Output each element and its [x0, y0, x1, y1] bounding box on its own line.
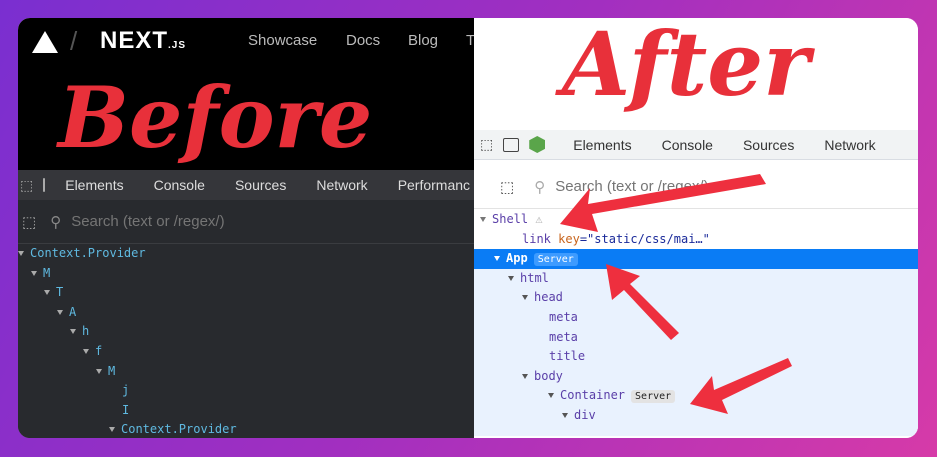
- vercel-logo-icon[interactable]: [32, 31, 58, 53]
- arrow-to-shell: [560, 174, 766, 232]
- tree-row[interactable]: T: [18, 283, 474, 303]
- expand-arrow-icon[interactable]: [18, 251, 24, 256]
- nav-showcase[interactable]: Showcase: [248, 32, 317, 49]
- tab-elements[interactable]: Elements: [65, 177, 123, 193]
- expand-arrow-icon[interactable]: [109, 427, 115, 433]
- tab-console[interactable]: Console: [154, 177, 205, 193]
- expand-arrow-icon[interactable]: [83, 348, 89, 354]
- search-input[interactable]: [71, 213, 372, 230]
- nav-docs[interactable]: Docs: [346, 32, 380, 49]
- expand-arrow-icon[interactable]: [44, 290, 50, 296]
- arrow-to-container: [690, 358, 792, 414]
- tab-network[interactable]: Network: [316, 177, 367, 193]
- tree-row[interactable]: M: [18, 362, 474, 382]
- tree-row[interactable]: j: [18, 381, 474, 401]
- nextjs-logo[interactable]: NEXT.JS: [100, 27, 186, 55]
- annotation-arrows: [560, 174, 792, 414]
- tree-row[interactable]: Context.Provider: [18, 420, 474, 438]
- tree-row[interactable]: M: [18, 264, 474, 284]
- component-tree: Context.Provider M T Ah f Mj I Context.Provider: [18, 244, 474, 438]
- nextjs-navbar: / NEXT.JS Showcase Docs Blog T: [18, 18, 475, 66]
- comparison-card: / NEXT.JS Showcase Docs Blog T Before ⬚ …: [18, 18, 918, 438]
- expand-arrow-icon[interactable]: [57, 309, 63, 315]
- tab-sources[interactable]: Sources: [235, 177, 286, 193]
- tab-performance[interactable]: Performanc: [398, 177, 470, 193]
- divider: /: [70, 26, 78, 56]
- devtools-tabbar: ⬚ Elements Console Sources Network Perfo…: [18, 170, 474, 200]
- select-element-icon[interactable]: ⬚: [22, 213, 36, 231]
- after-panel: After ⬚ Elements Console Sources Network…: [474, 18, 918, 438]
- tree-row[interactable]: I: [18, 401, 474, 421]
- components-panel: ⬚ ⚲ Context.ProviderMTAhfMjIContext.Prov…: [18, 200, 474, 438]
- search-icon: ⚲: [50, 213, 62, 231]
- expand-arrow-icon[interactable]: [31, 270, 37, 276]
- tree-row[interactable]: A: [18, 303, 474, 323]
- tree-row[interactable]: Context.Provider: [18, 244, 474, 264]
- before-heading: Before: [58, 68, 373, 167]
- device-toggle-icon[interactable]: [43, 178, 46, 192]
- expand-arrow-icon[interactable]: [96, 368, 102, 374]
- arrow-to-app: [606, 264, 679, 340]
- tree-row[interactable]: h: [18, 322, 474, 342]
- tree-row[interactable]: f: [18, 342, 474, 362]
- before-panel: / NEXT.JS Showcase Docs Blog T Before ⬚ …: [18, 18, 475, 438]
- search-row: ⬚ ⚲: [18, 200, 474, 244]
- nav-blog[interactable]: Blog: [408, 32, 438, 49]
- expand-arrow-icon[interactable]: [70, 329, 76, 335]
- inspect-icon[interactable]: ⬚: [20, 177, 33, 194]
